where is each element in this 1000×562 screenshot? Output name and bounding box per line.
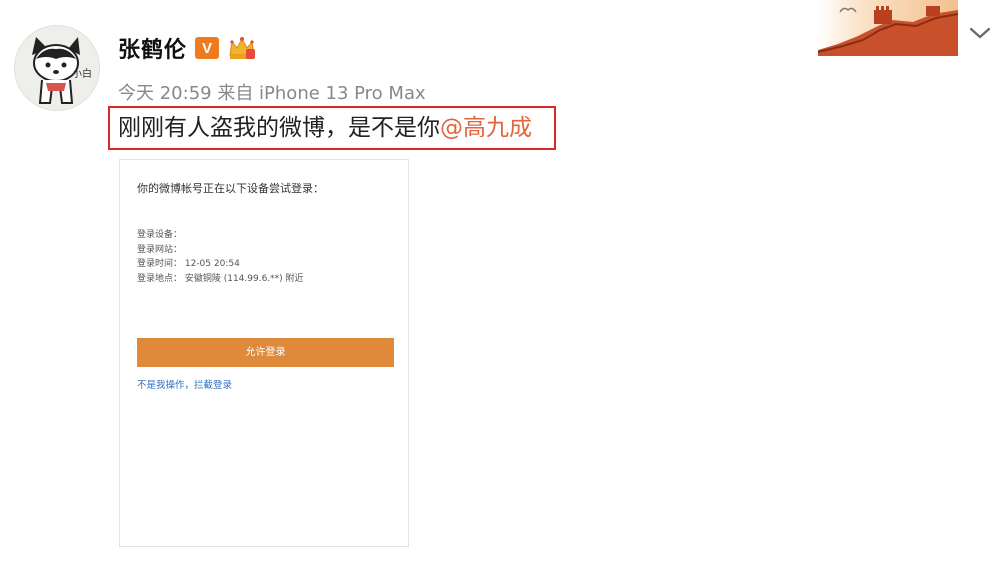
post-header: 张鹤伦 V (118, 30, 257, 66)
allow-login-button[interactable]: 允许登录 (137, 338, 394, 367)
crown-icon[interactable] (227, 35, 257, 61)
avatar[interactable]: 小白 (14, 25, 100, 111)
chevron-down-icon[interactable] (968, 24, 992, 42)
post-text-highlighted: 刚刚有人盗我的微博，是不是你@高九成 (108, 106, 556, 150)
verified-letter: V (202, 39, 213, 57)
verified-badge[interactable]: V (195, 37, 220, 59)
block-login-link[interactable]: 不是我操作，拦截登录 (137, 377, 232, 391)
device-label: 登录设备： (137, 230, 183, 240)
login-time: 登录时间： 12-05 20:54 (137, 259, 240, 269)
login-location: 登录地点： 安徽铜陵 (114.99.6.**) 附近 (137, 273, 304, 284)
site-label: 登录网站： (137, 244, 183, 255)
post-text: 刚刚有人盗我的微博，是不是你 (118, 115, 440, 141)
login-info: 登录设备： 登录网站： 登录时间： 12-05 20:54 登录地点： 安徽铜陵… (137, 228, 304, 286)
username[interactable]: 张鹤伦 (118, 32, 187, 64)
login-alert-card[interactable]: 你的微博帐号正在以下设备尝试登录： 登录设备： 登录网站： 登录时间： 12-0… (119, 159, 409, 547)
post-meta: 今天 20:59 来自 iPhone 13 Pro Max (118, 83, 426, 104)
great-wall-banner (818, 0, 958, 56)
mention-link[interactable]: @高九成 (440, 115, 532, 141)
card-title: 你的微博帐号正在以下设备尝试登录： (137, 182, 324, 195)
avatar-label: 小白 (72, 69, 92, 80)
